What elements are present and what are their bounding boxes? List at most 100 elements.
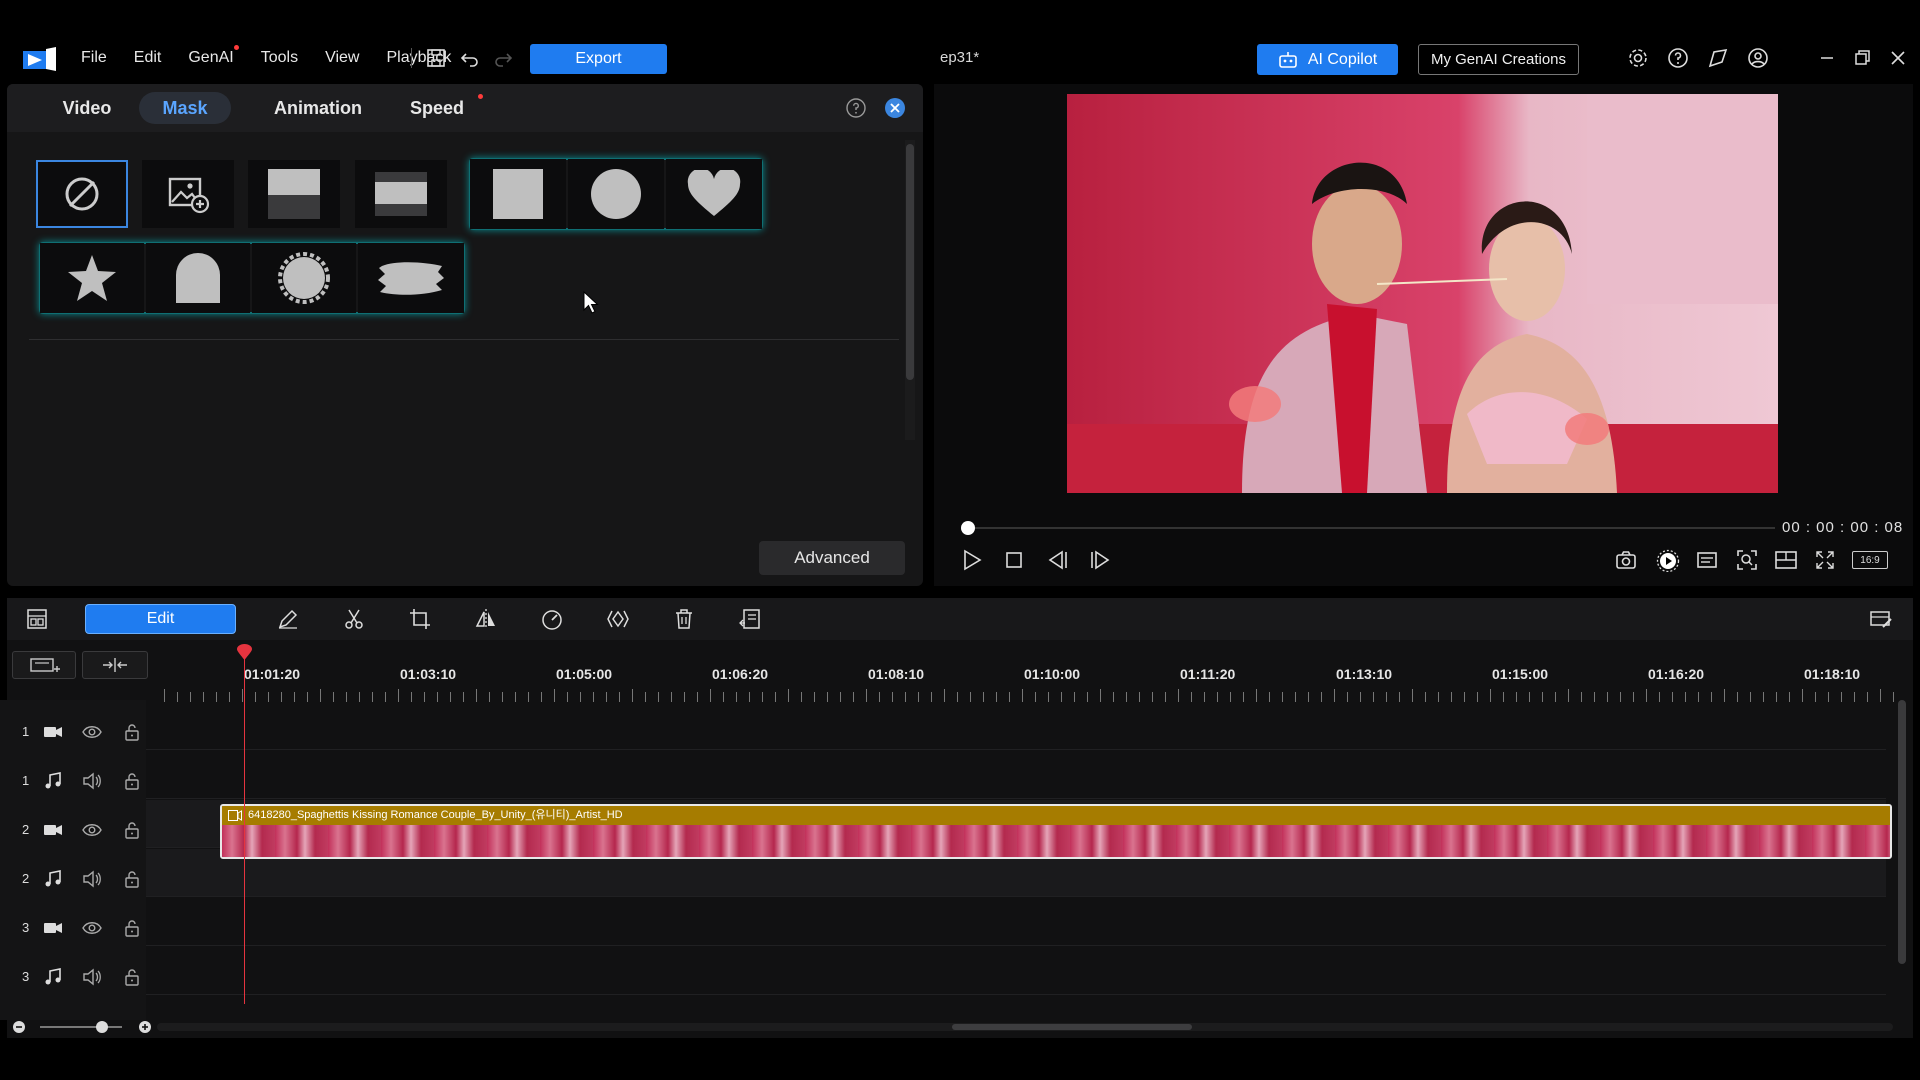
fit-timeline-button[interactable] (82, 651, 148, 679)
export-button[interactable]: Export (530, 44, 667, 74)
track-lock-icon[interactable] (122, 820, 142, 840)
storyboard-icon[interactable] (25, 607, 49, 631)
track-lock-icon[interactable] (122, 722, 142, 742)
visibility-eye-icon[interactable] (82, 722, 102, 742)
settings-gear-icon[interactable] (1626, 46, 1650, 70)
layout-grid-icon[interactable] (1774, 548, 1798, 572)
fullscreen-icon[interactable] (1813, 548, 1837, 572)
mask-none[interactable] (36, 160, 128, 228)
mute-speaker-icon[interactable] (82, 869, 102, 889)
mask-linear-top[interactable] (248, 160, 340, 228)
restore-window-icon[interactable] (1850, 46, 1874, 70)
pen-edit-icon[interactable] (276, 607, 300, 631)
seek-handle[interactable] (961, 521, 975, 535)
delete-trash-icon[interactable] (672, 607, 696, 631)
speed-gauge-icon[interactable] (540, 607, 564, 631)
menu-view[interactable]: View (325, 49, 359, 67)
tab-speed[interactable]: Speed (405, 92, 483, 124)
previous-frame-icon[interactable] (1046, 548, 1070, 572)
track-lock-icon[interactable] (122, 967, 142, 987)
zoom-slider[interactable] (40, 1026, 122, 1028)
ruler-time-label: 01:11:20 (1180, 666, 1236, 682)
ruler-tick (1750, 692, 1751, 702)
scissors-icon[interactable] (342, 607, 366, 631)
panel-help-icon[interactable] (845, 97, 867, 119)
audio-track-row[interactable] (146, 751, 1886, 799)
video-frame-image (1067, 94, 1778, 493)
ruler-tick (762, 692, 763, 702)
save-icon[interactable] (424, 46, 448, 70)
audio-track-row[interactable] (146, 947, 1886, 995)
mask-arch[interactable] (146, 243, 250, 313)
flip-icon[interactable] (474, 607, 498, 631)
stop-icon[interactable] (1002, 548, 1026, 572)
timeline-scrollbar-thumb[interactable] (952, 1024, 1192, 1030)
aspect-ratio-button[interactable]: 16:9 (1852, 551, 1888, 569)
zoom-preview-icon[interactable] (1735, 548, 1759, 572)
panel-close-icon[interactable] (884, 97, 906, 119)
panel-scrollbar[interactable] (905, 140, 915, 440)
my-genai-creations-button[interactable]: My GenAI Creations (1418, 44, 1579, 75)
mask-image[interactable] (142, 160, 234, 228)
tab-mask[interactable]: Mask (139, 92, 231, 124)
keyframe-icon[interactable] (606, 607, 630, 631)
crop-icon[interactable] (408, 607, 432, 631)
track-lock-icon[interactable] (122, 918, 142, 938)
seek-bar[interactable] (965, 527, 1775, 529)
redo-icon[interactable] (491, 46, 515, 70)
subtitle-icon[interactable] (1695, 548, 1719, 572)
undo-icon[interactable] (458, 46, 482, 70)
ruler-tick (775, 692, 776, 702)
ruler-tick (1698, 692, 1699, 702)
close-window-icon[interactable] (1886, 46, 1910, 70)
ai-copilot-button[interactable]: AI Copilot (1257, 44, 1398, 75)
video-track-row[interactable] (146, 702, 1886, 750)
menu-file[interactable]: File (81, 49, 107, 67)
next-frame-icon[interactable] (1088, 548, 1112, 572)
timeline-settings-icon[interactable] (1869, 607, 1893, 631)
playback-quality-icon[interactable] (1656, 548, 1680, 572)
mute-speaker-icon[interactable] (82, 771, 102, 791)
mask-sunburst[interactable] (252, 243, 356, 313)
ruler-tick (1308, 692, 1309, 702)
snapshot-camera-icon[interactable] (1614, 548, 1638, 572)
visibility-eye-icon[interactable] (82, 820, 102, 840)
account-icon[interactable] (1746, 46, 1770, 70)
mute-speaker-icon[interactable] (82, 967, 102, 987)
mask-heart[interactable] (666, 159, 762, 229)
edit-button[interactable]: Edit (85, 604, 236, 634)
timeline-vertical-scrollbar[interactable] (1898, 700, 1906, 964)
menu-genai[interactable]: GenAI (188, 45, 239, 67)
menu-tools[interactable]: Tools (261, 49, 298, 67)
mask-brush[interactable] (358, 243, 464, 313)
zoom-slider-handle[interactable] (96, 1021, 108, 1033)
tab-animation[interactable]: Animation (255, 92, 381, 124)
arch-mask-icon (176, 253, 220, 303)
mask-rectangle[interactable] (470, 159, 566, 229)
panel-scrollbar-thumb[interactable] (906, 144, 914, 380)
advanced-button[interactable]: Advanced (759, 541, 905, 575)
play-icon[interactable] (960, 548, 984, 572)
ruler-tick (1087, 692, 1088, 702)
zoom-in-icon[interactable] (138, 1020, 152, 1034)
video-track-row[interactable] (146, 898, 1886, 946)
menu-edit[interactable]: Edit (134, 49, 162, 67)
help-icon[interactable] (1666, 46, 1690, 70)
track-lock-icon[interactable] (122, 869, 142, 889)
minimize-icon[interactable] (1815, 46, 1839, 70)
timeline-horizontal-scrollbar[interactable] (157, 1023, 1893, 1031)
video-preview-frame[interactable] (1067, 94, 1778, 493)
tab-video[interactable]: Video (47, 92, 127, 124)
mask-linear-middle[interactable] (355, 160, 447, 228)
mask-star[interactable] (40, 243, 144, 313)
feedback-icon[interactable] (1706, 46, 1730, 70)
zoom-out-icon[interactable] (12, 1020, 26, 1034)
clip-properties-icon[interactable] (738, 607, 762, 631)
playhead-line[interactable] (244, 650, 245, 1004)
add-track-button[interactable] (12, 651, 76, 679)
video-clip[interactable]: 6418280_Spaghettis Kissing Romance Coupl… (220, 804, 1892, 859)
track-lock-icon[interactable] (122, 771, 142, 791)
ruler-tick (1178, 689, 1179, 703)
visibility-eye-icon[interactable] (82, 918, 102, 938)
mask-circle[interactable] (568, 159, 664, 229)
